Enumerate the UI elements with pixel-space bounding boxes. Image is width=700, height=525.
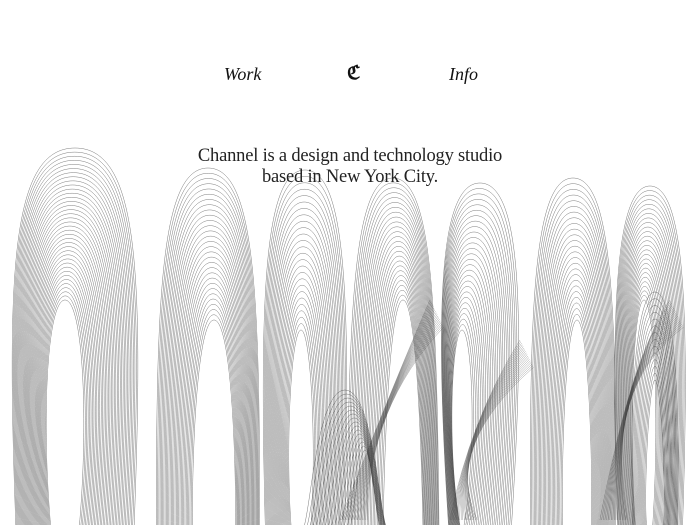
line-bundle (156, 167, 260, 525)
line-bundle (441, 182, 519, 525)
tagline-line-1: Channel is a design and technology studi… (197, 146, 503, 166)
nav-info-link[interactable]: Info (449, 64, 478, 85)
nav-work-link[interactable]: Work (224, 64, 261, 85)
channel-logo[interactable]: ℭ (347, 62, 360, 84)
line-bundle (346, 177, 440, 525)
line-bundle (530, 177, 616, 525)
line-bundle (11, 147, 139, 525)
studio-tagline: Channel is a design and technology studi… (0, 146, 700, 188)
line-bundle (263, 169, 347, 525)
tagline-line-2: based in New York City. (261, 167, 439, 187)
